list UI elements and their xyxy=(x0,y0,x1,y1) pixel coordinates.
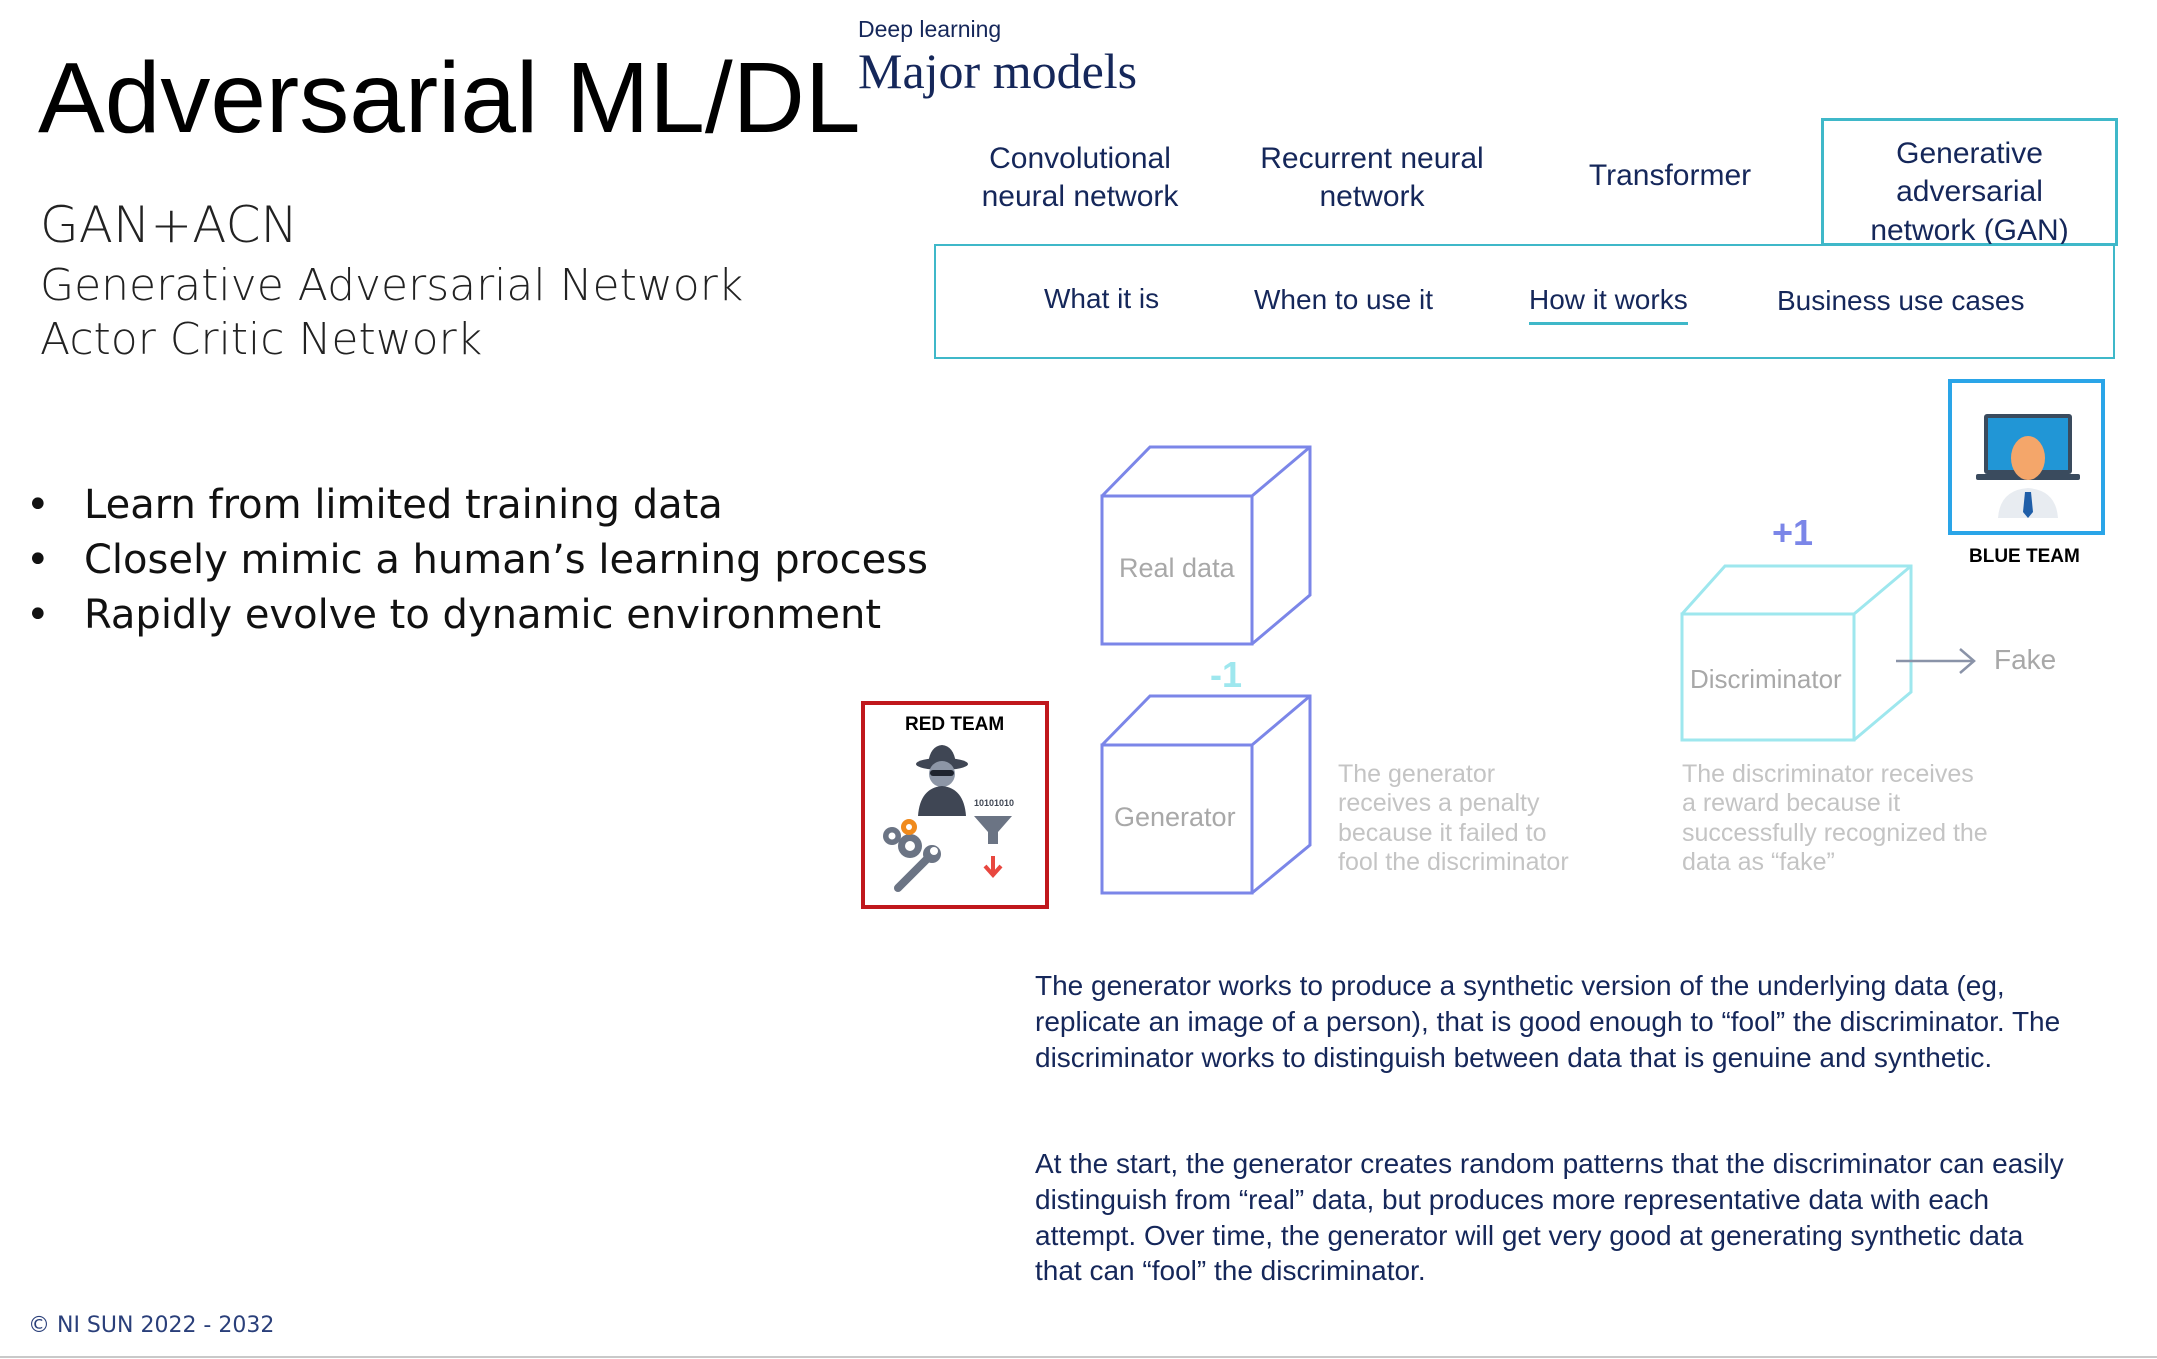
fake-label: Fake xyxy=(1994,644,2057,675)
blue-team-label: BLUE TEAM xyxy=(1969,546,2080,567)
explanation-paragraph: At the start, the generator creates rand… xyxy=(1035,1148,2064,1287)
generator-cube xyxy=(1100,694,1312,895)
binary-text: 10101010 xyxy=(974,798,1014,808)
red-team-label: RED TEAM xyxy=(905,714,1005,735)
hacker-icon xyxy=(916,745,968,816)
generator-label: Generator xyxy=(1114,802,1236,832)
generator-penalty-score: -1 xyxy=(1210,654,1243,695)
bottom-divider xyxy=(0,1356,2157,1358)
discriminator-caption: The discriminator receives a reward beca… xyxy=(1682,760,1988,876)
blue-team-illustration xyxy=(1976,414,2080,518)
discriminator-label: Discriminator xyxy=(1690,664,1842,694)
arrow-right-icon xyxy=(1896,648,1976,674)
funnel-icon xyxy=(974,816,1012,879)
generator-caption: The generator receives a penalty because… xyxy=(1338,760,1569,876)
discriminator-reward-score: +1 xyxy=(1772,512,1814,553)
copyright-footer: © NI SUN 2022 - 2032 xyxy=(28,1313,275,1338)
real-data-label: Real data xyxy=(1119,553,1235,583)
red-team-illustration: 10101010 xyxy=(883,745,1014,892)
explanation-paragraph: The generator works to produce a synthet… xyxy=(1035,970,2061,1073)
real-data-cube xyxy=(1100,445,1312,646)
gear-icon xyxy=(883,819,922,858)
discriminator-cube xyxy=(1680,564,1913,742)
